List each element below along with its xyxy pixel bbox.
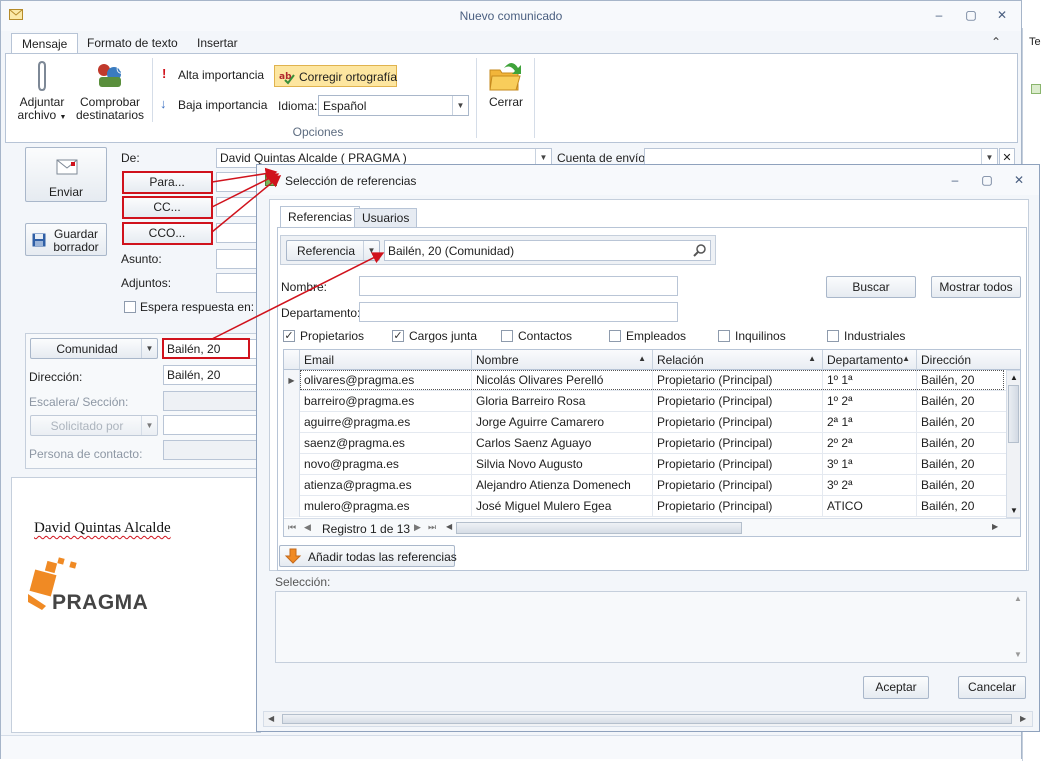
annotation-arrow-bcc xyxy=(211,175,282,233)
annotation-arrow-cc xyxy=(211,173,280,208)
annotation-arrows xyxy=(211,167,385,340)
annotation-arrow-community xyxy=(211,252,385,340)
